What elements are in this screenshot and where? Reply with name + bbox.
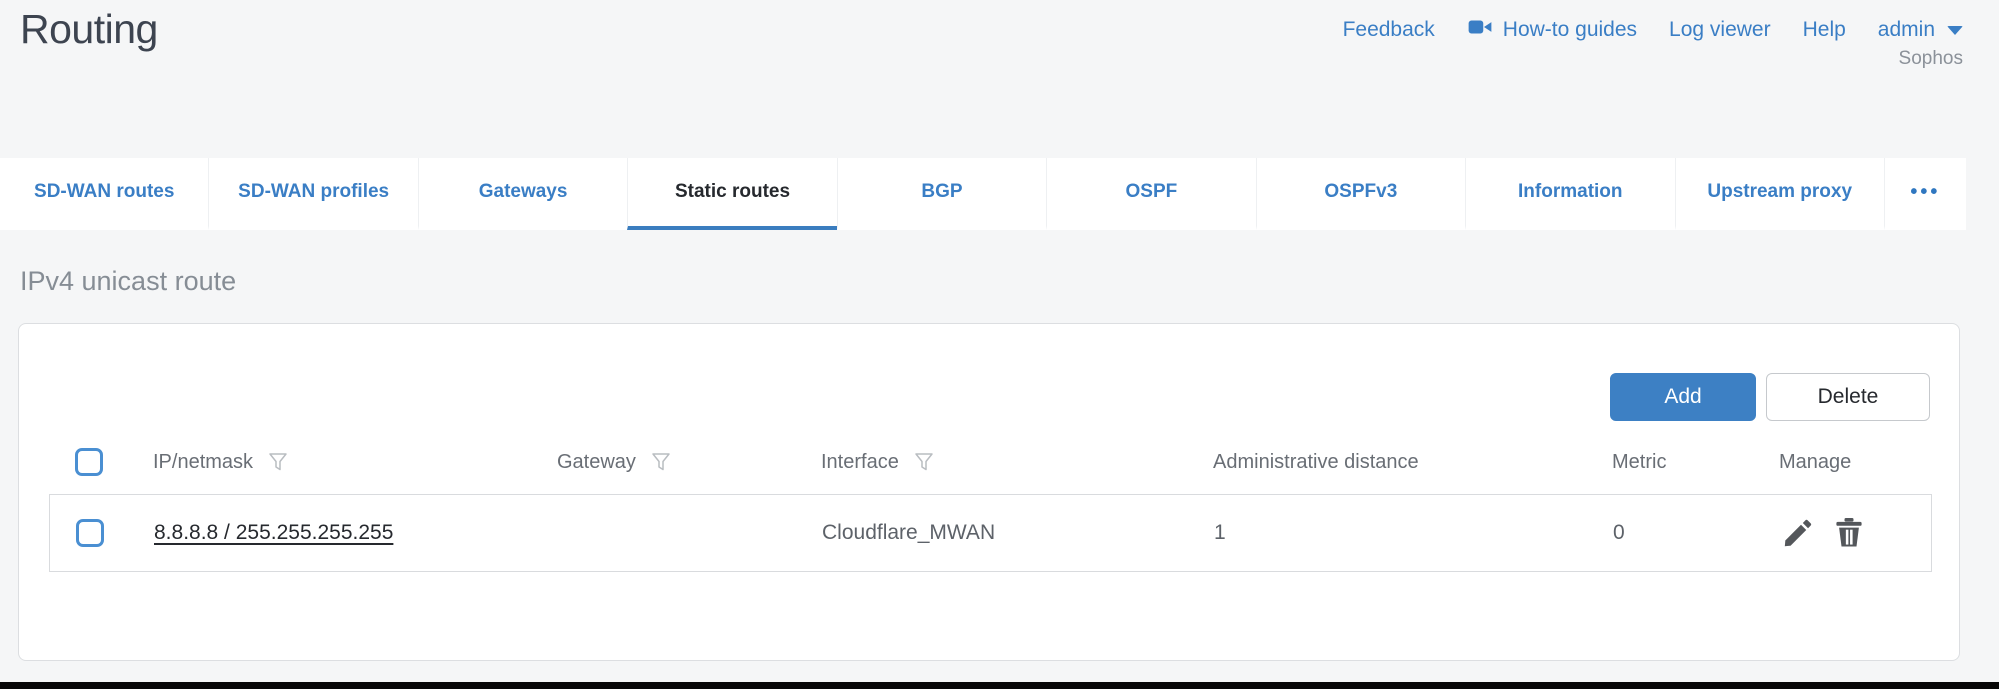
page-header: Routing Feedback How-to guides Log viewe… [0,0,1999,158]
delete-trash-icon[interactable] [1831,515,1867,551]
brand-label: Sophos [1899,48,1963,70]
help-link[interactable]: Help [1803,18,1846,42]
row-checkbox[interactable] [76,519,104,547]
routing-tabbar: SD-WAN routes SD-WAN profiles Gateways S… [0,158,1966,230]
tab-upstream-proxy[interactable]: Upstream proxy [1675,158,1884,230]
log-viewer-link[interactable]: Log viewer [1669,18,1771,42]
filter-icon[interactable] [649,450,673,474]
route-manage-cell [1780,515,1931,551]
tab-sdwan-routes[interactable]: SD-WAN routes [0,158,208,230]
add-button[interactable]: Add [1610,373,1756,421]
log-viewer-label: Log viewer [1669,18,1771,42]
filter-icon[interactable] [912,450,936,474]
filter-icon[interactable] [266,450,290,474]
utility-nav: Feedback How-to guides Log viewer Help a… [1343,14,1963,46]
table-row: 8.8.8.8 / 255.255.255.255 Cloudflare_MWA… [49,494,1932,572]
tab-static-routes[interactable]: Static routes [627,158,836,230]
video-camera-icon [1467,14,1493,46]
tab-bgp[interactable]: BGP [837,158,1046,230]
edit-pencil-icon[interactable] [1780,515,1816,551]
tab-gateways[interactable]: Gateways [418,158,627,230]
tab-ospfv3[interactable]: OSPFv3 [1256,158,1465,230]
window-bottom-edge [0,682,1999,689]
tab-sdwan-profiles[interactable]: SD-WAN profiles [208,158,417,230]
select-all-checkbox[interactable] [75,448,103,476]
admin-menu-label: admin [1878,18,1935,42]
route-admin-distance-value: 1 [1214,521,1613,545]
feedback-link[interactable]: Feedback [1343,18,1435,42]
tab-information[interactable]: Information [1465,158,1674,230]
more-tabs-ellipsis-icon[interactable]: ••• [1884,158,1966,230]
table-toolbar: Add Delete [1610,373,1930,421]
col-ip-netmask: IP/netmask [153,451,253,474]
help-label: Help [1803,18,1846,42]
route-metric-value: 0 [1613,521,1780,545]
col-manage: Manage [1779,451,1851,474]
col-gateway: Gateway [557,451,636,474]
route-interface-value: Cloudflare_MWAN [822,521,1214,545]
static-routes-card: Add Delete IP/netmask Gateway Interface [18,323,1960,661]
delete-button[interactable]: Delete [1766,373,1930,421]
howto-guides-label: How-to guides [1503,18,1637,42]
col-interface: Interface [821,451,899,474]
col-admin-distance: Administrative distance [1213,451,1419,474]
howto-guides-link[interactable]: How-to guides [1467,14,1637,46]
tab-ospf[interactable]: OSPF [1046,158,1255,230]
col-metric: Metric [1612,451,1666,474]
route-ip-netmask-link[interactable]: 8.8.8.8 / 255.255.255.255 [154,521,393,544]
page-title: Routing [20,6,158,53]
section-heading: IPv4 unicast route [20,266,1999,297]
admin-menu[interactable]: admin [1878,18,1963,42]
feedback-link-label: Feedback [1343,18,1435,42]
chevron-down-icon [1947,26,1963,35]
table-header-row: IP/netmask Gateway Interface A [49,438,1932,486]
